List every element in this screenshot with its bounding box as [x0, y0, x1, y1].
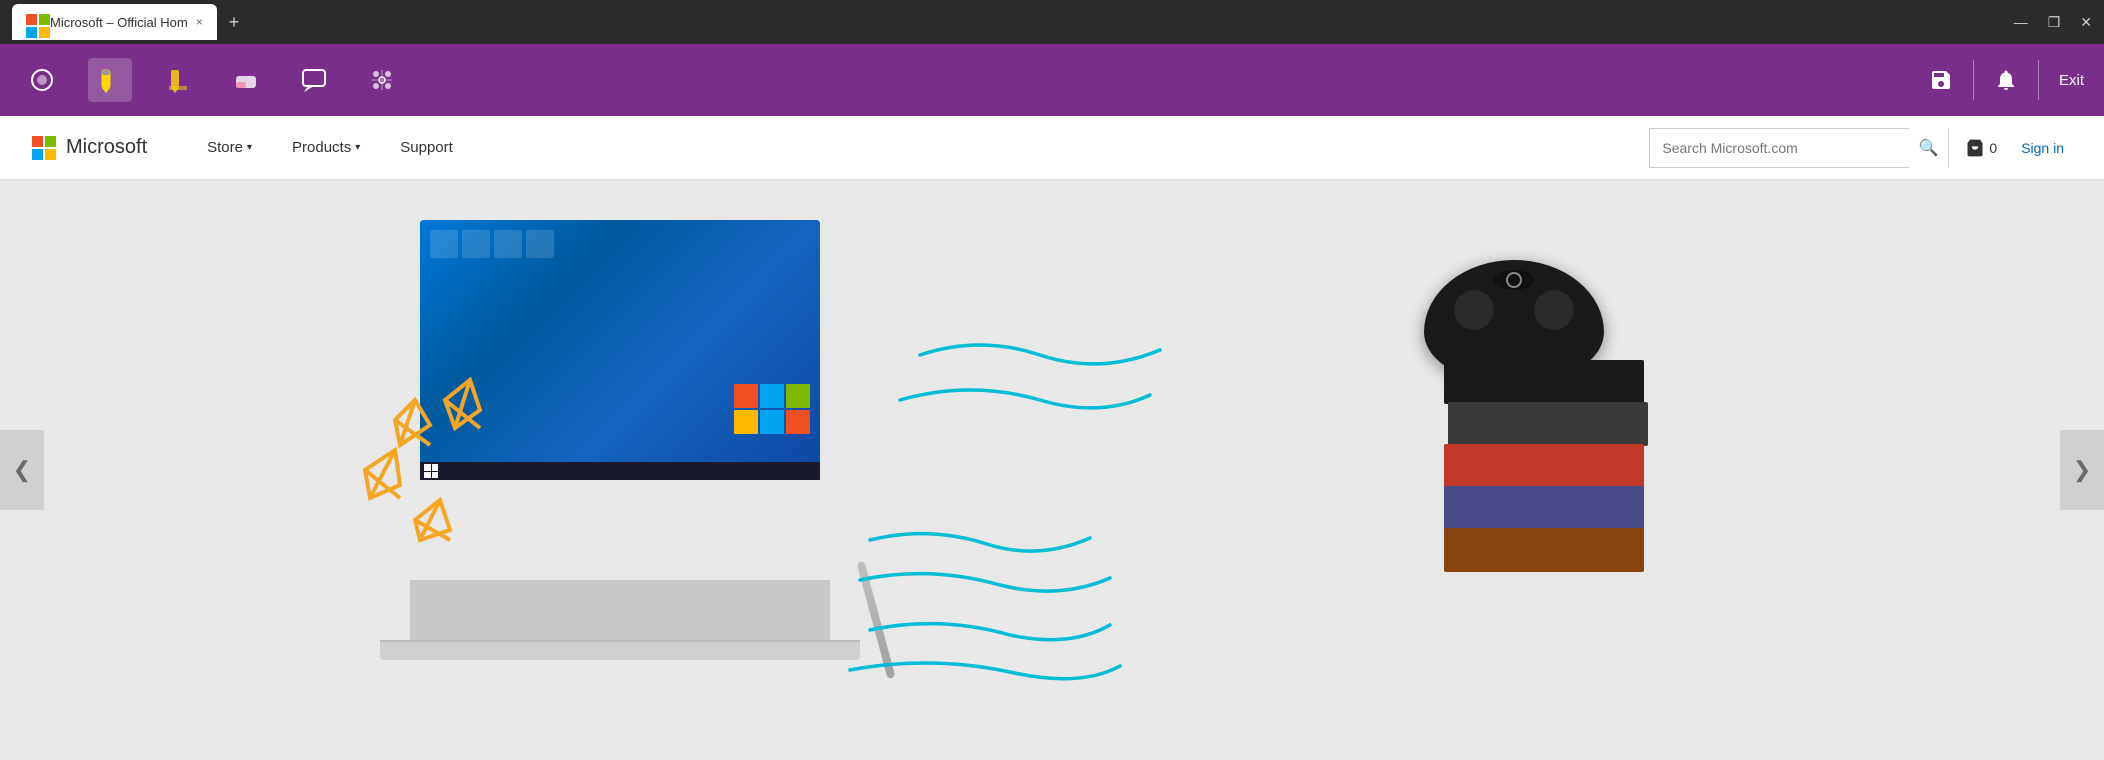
- maximize-button[interactable]: ❐: [2048, 14, 2061, 31]
- book-4: [1444, 486, 1644, 530]
- comment-tool[interactable]: [292, 58, 336, 102]
- controller-right-stick: [1534, 290, 1574, 330]
- cart-icon: [1965, 138, 1985, 158]
- controller-guide: [1494, 270, 1534, 290]
- nav-products-label: Products: [292, 139, 351, 156]
- nav-support-label: Support: [400, 139, 453, 156]
- logo-grid: [32, 136, 56, 160]
- browser-chrome: Microsoft – Official Hom × + — ❐ ✕: [0, 0, 2104, 44]
- windows-icons: [430, 230, 554, 258]
- nav-store-chevron: ▾: [247, 142, 252, 153]
- search-bar[interactable]: 🔍: [1649, 128, 1949, 168]
- laptop-base: [380, 640, 860, 660]
- carousel-prev-button[interactable]: ❮: [0, 430, 44, 510]
- book-2: [1448, 402, 1648, 446]
- carousel-next-button[interactable]: ❯: [2060, 430, 2104, 510]
- books-stack: [1444, 360, 1664, 660]
- clipart-tool[interactable]: [360, 58, 404, 102]
- book-5: [1444, 528, 1644, 572]
- windows-taskbar: [420, 462, 820, 480]
- exit-button[interactable]: Exit: [2059, 72, 2084, 89]
- nav-store-label: Store: [207, 139, 243, 156]
- surface-pen: [857, 561, 896, 679]
- annotation-toolbar: Exit: [0, 44, 2104, 116]
- close-window-button[interactable]: ✕: [2080, 14, 2092, 31]
- navbar: Microsoft Store ▾ Products ▾ Support 🔍 0…: [0, 116, 2104, 180]
- touch-tool[interactable]: [20, 58, 64, 102]
- nav-support[interactable]: Support: [380, 116, 473, 180]
- nav-products-chevron: ▾: [355, 142, 360, 153]
- ink-annotations: [0, 180, 2104, 760]
- browser-window-controls: — ❐ ✕: [2014, 14, 2092, 31]
- highlighter-tool[interactable]: [156, 58, 200, 102]
- eraser-tool[interactable]: [224, 58, 268, 102]
- carousel-prev-icon: ❮: [13, 457, 31, 483]
- laptop-image: [380, 220, 900, 700]
- carousel-next-icon: ❯: [2073, 457, 2091, 483]
- windows-tiles: [734, 384, 810, 460]
- signin-link[interactable]: Sign in: [2013, 140, 2072, 156]
- save-button[interactable]: [1929, 68, 1953, 92]
- tab-close-button[interactable]: ×: [196, 15, 203, 29]
- nav-store[interactable]: Store ▾: [187, 116, 272, 180]
- hero-section: ❮ ❯: [0, 180, 2104, 760]
- microsoft-logo[interactable]: Microsoft: [32, 136, 147, 160]
- cart-button[interactable]: 0: [1949, 138, 2013, 158]
- windows-start: [424, 464, 438, 478]
- browser-tab[interactable]: Microsoft – Official Hom ×: [12, 4, 217, 40]
- search-input[interactable]: [1650, 129, 1908, 167]
- windows-display: [420, 220, 820, 480]
- controller-left-stick: [1454, 290, 1494, 330]
- tab-favicon: [26, 14, 42, 30]
- laptop-keyboard: [410, 580, 830, 640]
- new-tab-button[interactable]: +: [229, 12, 240, 33]
- toolbar-divider: [1973, 60, 1974, 100]
- toolbar-divider-2: [2038, 60, 2039, 100]
- laptop-screen: [420, 220, 820, 480]
- search-button[interactable]: 🔍: [1909, 128, 1949, 168]
- tab-title: Microsoft – Official Hom: [50, 15, 188, 30]
- logo-text: Microsoft: [66, 136, 147, 159]
- minimize-button[interactable]: —: [2014, 14, 2028, 30]
- nav-products[interactable]: Products ▾: [272, 116, 380, 180]
- hero-content: ❮ ❯: [0, 180, 2104, 760]
- annotation-right-actions: Exit: [1929, 60, 2084, 100]
- controller-x-button: [1506, 272, 1522, 288]
- pen-tool[interactable]: [88, 58, 132, 102]
- book-3: [1444, 444, 1644, 488]
- cart-count: 0: [1989, 140, 1997, 156]
- book-1: [1444, 360, 1644, 404]
- share-button[interactable]: [1994, 68, 2018, 92]
